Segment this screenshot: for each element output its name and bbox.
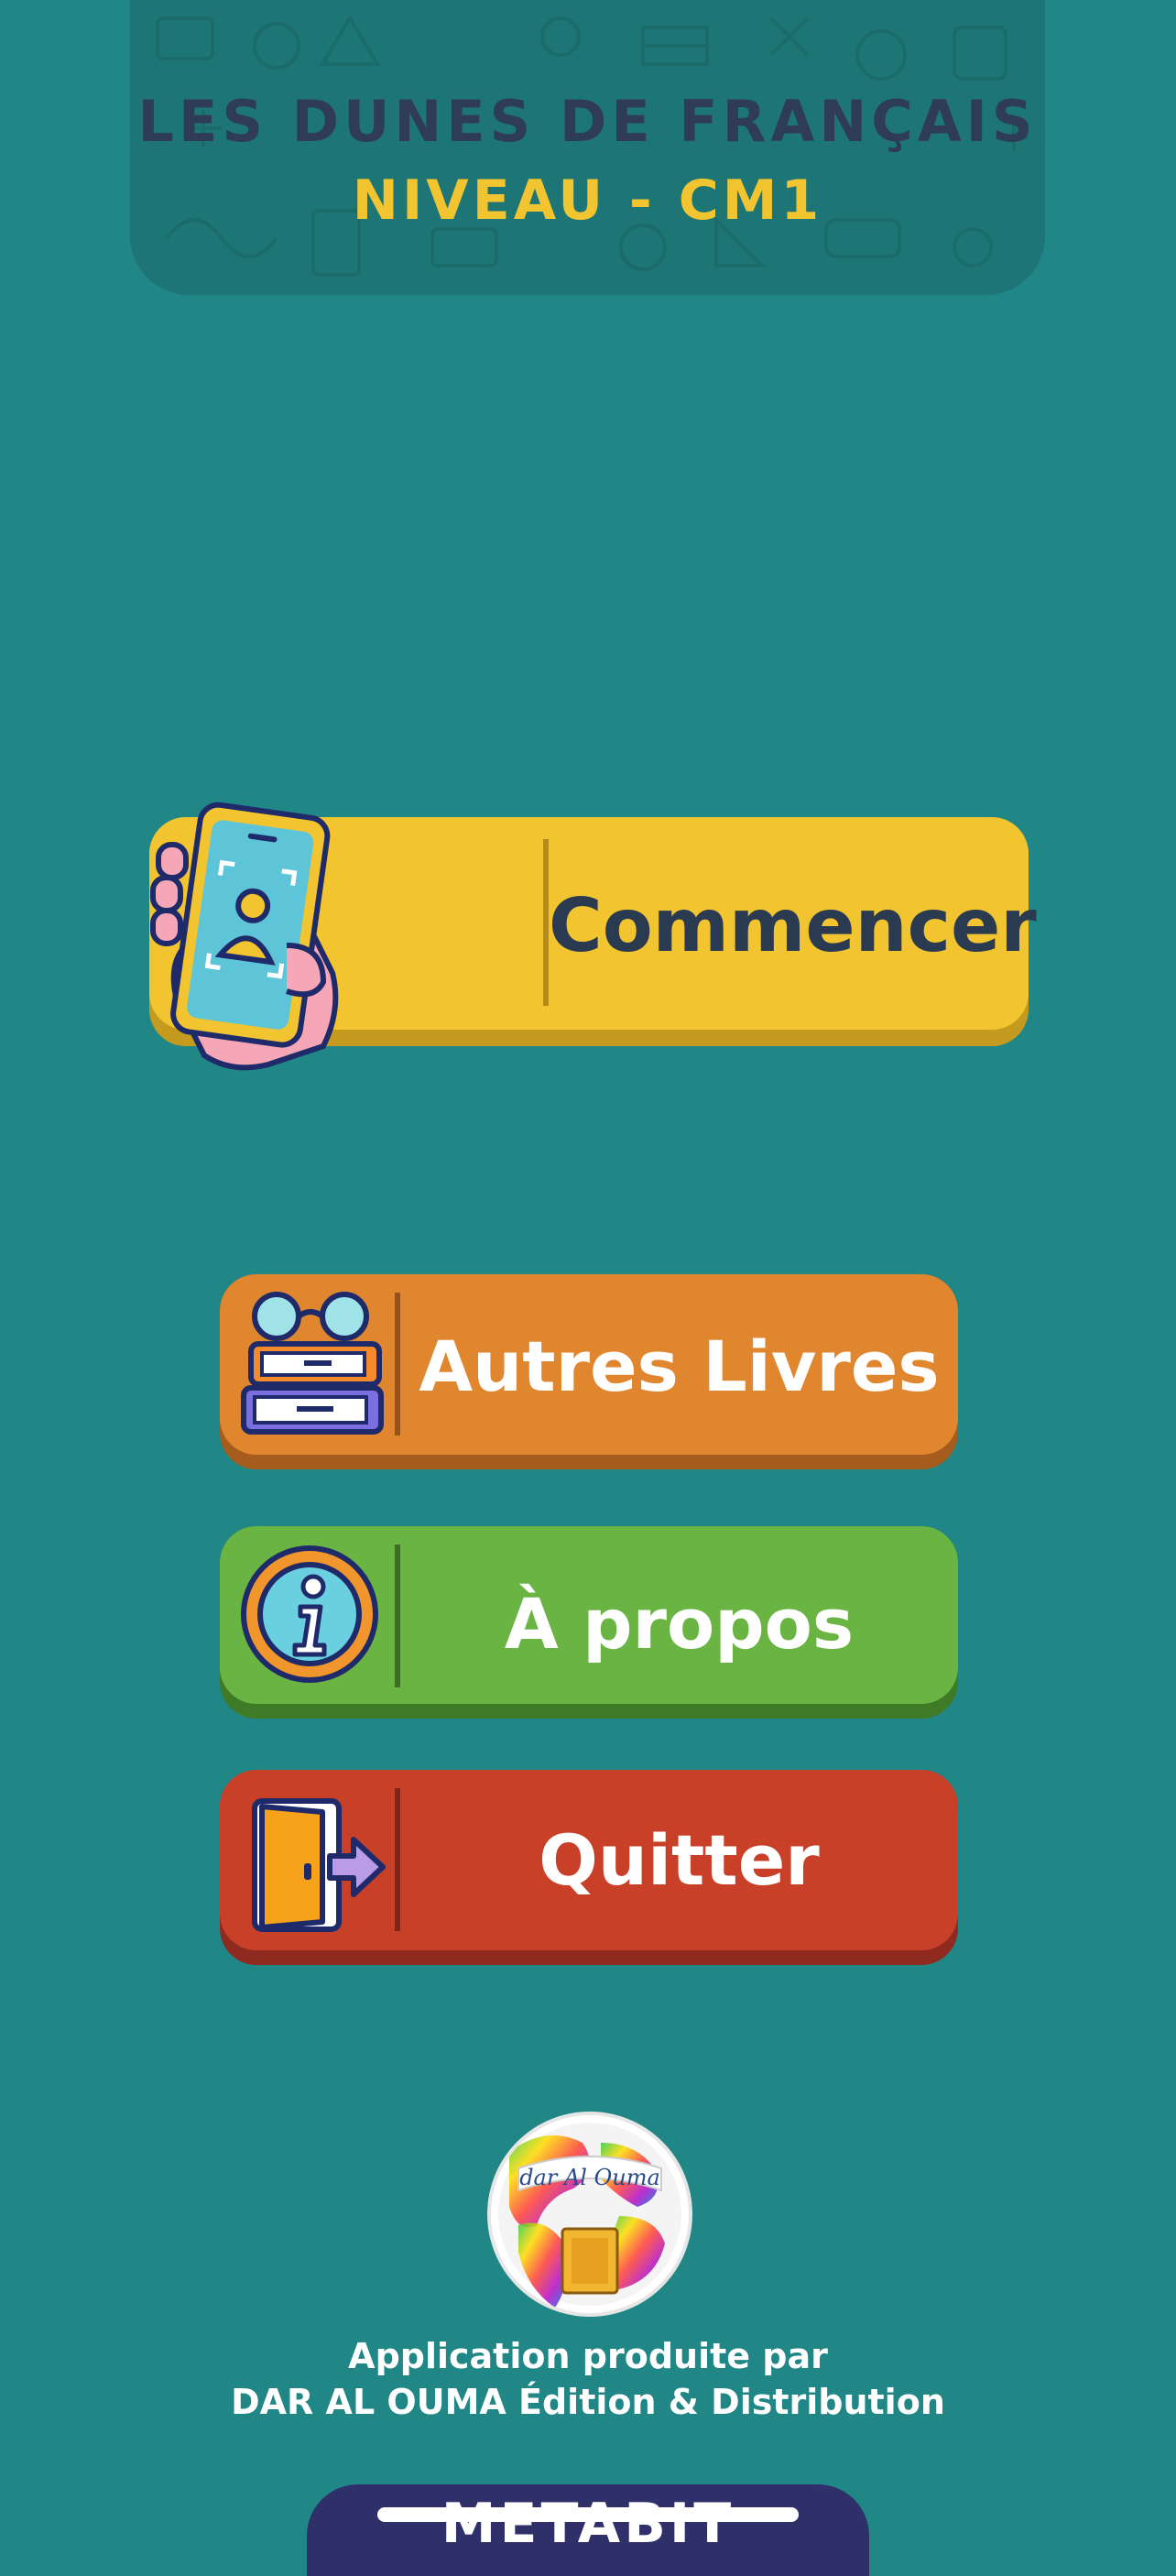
credit-line-2: DAR AL OUMA Édition & Distribution — [231, 2382, 945, 2422]
other-books-button[interactable]: Autres Livres — [220, 1274, 958, 1469]
quit-button[interactable]: Quitter — [220, 1770, 958, 1965]
other-books-button-label[interactable]: Autres Livres — [400, 1326, 958, 1407]
books-with-glasses-icon — [241, 1292, 384, 1435]
about-button-label[interactable]: À propos — [400, 1583, 958, 1665]
header-banner: LES DUNES DE FRANÇAIS NIVEAU - CM1 — [130, 0, 1045, 295]
phone-in-hand-icon — [150, 802, 339, 1071]
info-icon — [241, 1545, 378, 1683]
home-indicator[interactable] — [377, 2507, 799, 2522]
publisher-logo: dar Al Ouma — [487, 2112, 692, 2317]
exit-door-icon — [252, 1798, 386, 1932]
globe-logo-icon: dar Al Ouma — [498, 2123, 681, 2308]
start-button[interactable]: Commencer — [149, 802, 1037, 1071]
quit-button-label[interactable]: Quitter — [400, 1819, 958, 1901]
footer-brand-tab: METABIT — [307, 2484, 869, 2576]
level-subtitle: NIVEAU - CM1 — [352, 169, 823, 233]
start-button-label[interactable]: Commencer — [549, 883, 1037, 968]
app-title: LES DUNES DE FRANÇAIS — [137, 88, 1038, 155]
credit-line-1: Application produite par — [348, 2336, 828, 2376]
svg-text:dar Al Ouma: dar Al Ouma — [519, 2165, 660, 2190]
footer-brand-text: METABIT — [441, 2492, 735, 2556]
about-button[interactable]: À propos — [220, 1526, 958, 1719]
